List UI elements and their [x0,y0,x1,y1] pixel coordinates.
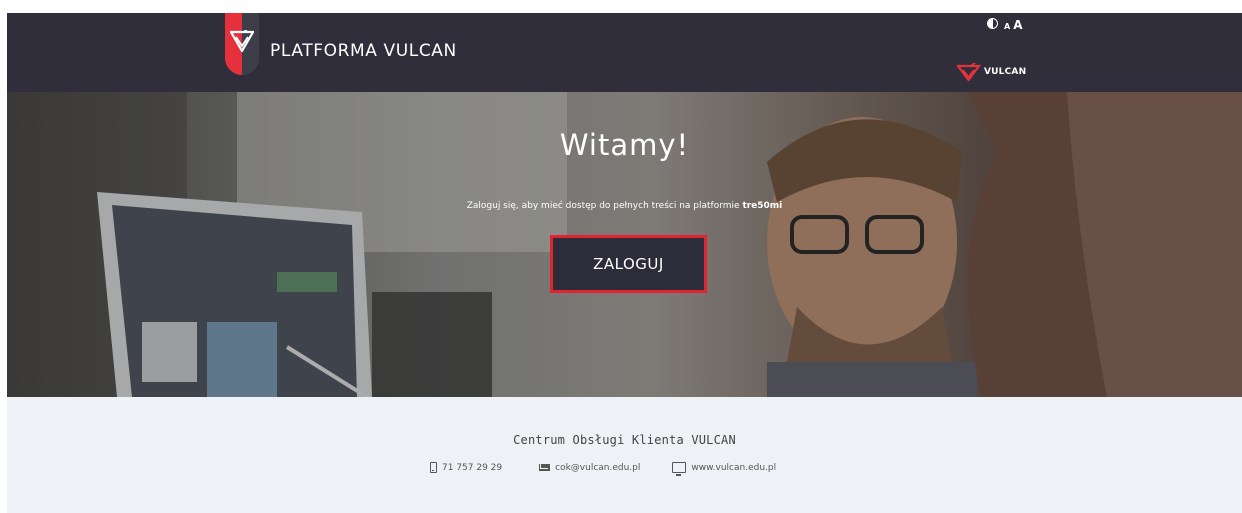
login-button[interactable]: ZALOGUJ [550,235,707,293]
email-link[interactable]: cok@vulcan.edu.pl [555,463,640,473]
phone-number[interactable]: 71 757 29 29 [442,463,502,473]
page: PLATFORMA VULCAN A A VULCAN Witamy! Zalo… [7,13,1242,513]
envelope-icon [539,464,551,471]
login-prompt: Zaloguj się, aby mieć dostęp do pełnych … [7,201,1242,211]
vulcan-shield-logo[interactable] [225,13,259,75]
vulcan-logo-icon [957,63,981,81]
contact-row: 71 757 29 29 cok@vulcan.edu.pl www.vulca… [430,462,776,476]
phone-icon [430,462,437,473]
v-mark-icon [230,30,254,52]
font-size-small-button[interactable]: A [1004,22,1010,31]
platform-title[interactable]: PLATFORMA VULCAN [270,41,457,61]
contact-phone: 71 757 29 29 [430,462,502,473]
website-link[interactable]: www.vulcan.edu.pl [691,463,776,473]
font-size-large-button[interactable]: A [1013,18,1022,32]
accessibility-controls: A A [987,18,1023,32]
contact-website: www.vulcan.edu.pl [672,462,776,476]
customer-service-title: Centrum Obsługi Klienta VULCAN [513,433,736,447]
hero-banner: Witamy! Zaloguj się, aby mieć dostęp do … [7,92,1242,397]
vulcan-logo-link[interactable]: VULCAN [957,63,1026,81]
contrast-icon[interactable] [987,18,998,29]
welcome-heading: Witamy! [559,128,690,162]
login-prompt-text: Zaloguj się, aby mieć dostęp do pełnych … [466,201,743,211]
contact-email: cok@vulcan.edu.pl [539,463,640,473]
monitor-icon [672,462,687,476]
footer: Centrum Obsługi Klienta VULCAN 71 757 29… [7,397,1242,513]
platform-name: tre50mi [742,201,783,211]
header: PLATFORMA VULCAN A A VULCAN [7,13,1242,92]
vulcan-logo-text: VULCAN [984,67,1027,77]
